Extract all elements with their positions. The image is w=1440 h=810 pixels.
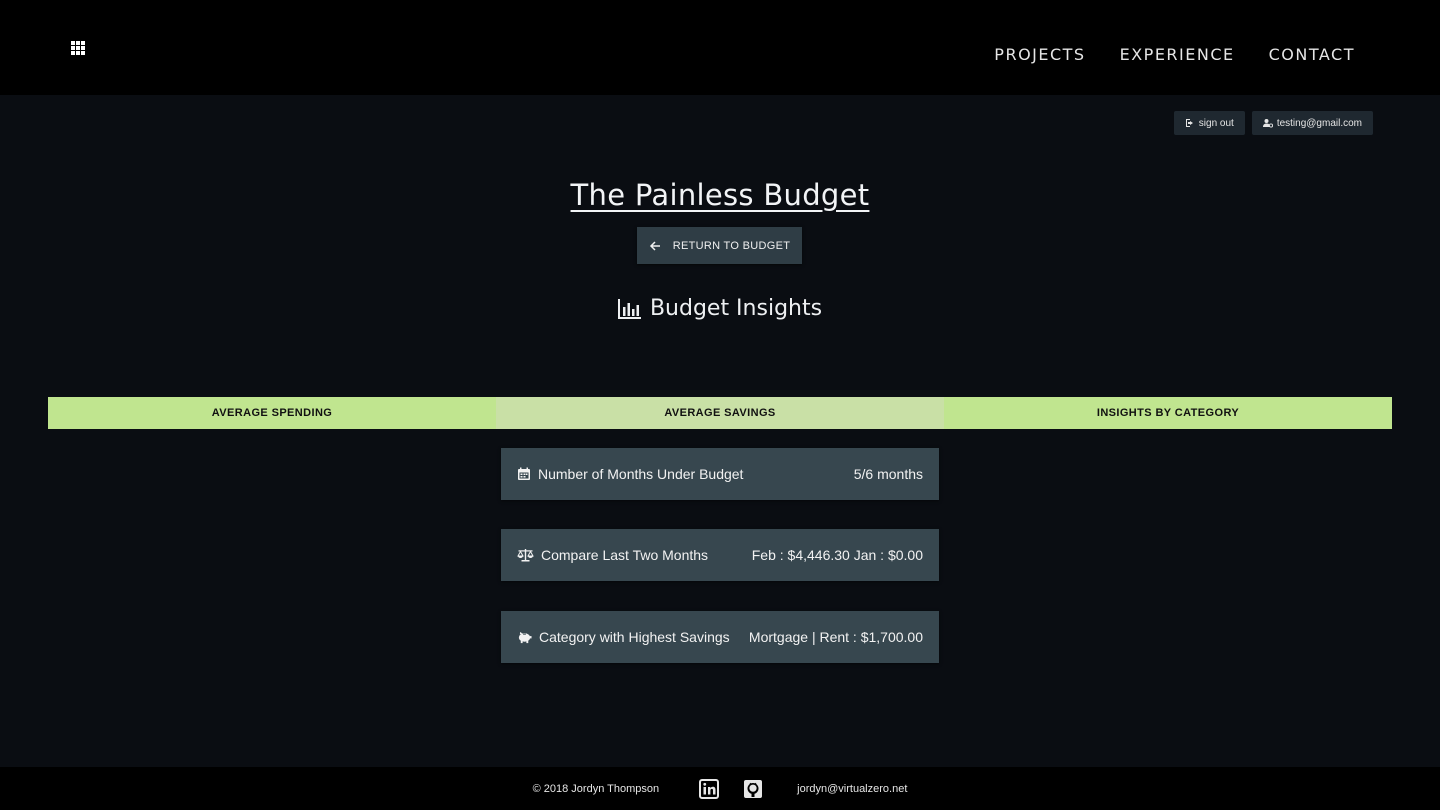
card-value: Mortgage | Rent : $1,700.00 [748, 629, 923, 645]
insight-card-months-under-budget: Number of Months Under Budget 5/6 months [501, 448, 939, 500]
sign-out-icon [1185, 119, 1193, 127]
footer: © 2018 Jordyn Thompson jordyn@virtualzer… [0, 767, 1440, 810]
card-value: 5/6 months [853, 466, 923, 482]
calendar-icon [518, 467, 530, 480]
insight-tabs: AVERAGE SPENDING AVERAGE SAVINGS INSIGHT… [48, 397, 1392, 429]
section-heading: Budget Insights [0, 296, 1440, 321]
linkedin-icon[interactable] [699, 778, 720, 799]
tab-insights-by-category[interactable]: INSIGHTS BY CATEGORY [944, 397, 1392, 429]
footer-copyright: © 2018 Jordyn Thompson [532, 782, 660, 795]
account-email: testing@gmail.com [1276, 117, 1362, 129]
user-cog-icon [1262, 119, 1273, 128]
top-navigation: PROJECTS EXPERIENCE CONTACT [0, 0, 1440, 95]
sign-out-button[interactable]: sign out [1173, 111, 1245, 135]
return-button-label: RETURN TO BUDGET [672, 239, 791, 252]
grid-icon[interactable] [71, 41, 85, 55]
github-icon[interactable] [743, 779, 763, 799]
insight-card-compare-months: Compare Last Two Months Feb : $4,446.30 … [501, 529, 939, 581]
tab-average-spending[interactable]: AVERAGE SPENDING [48, 397, 496, 429]
section-title: Budget Insights [649, 296, 823, 321]
card-label: Category with Highest Savings [539, 629, 730, 645]
page-title[interactable]: The Painless Budget [0, 178, 1440, 212]
card-label: Number of Months Under Budget [538, 466, 744, 482]
tab-average-savings[interactable]: AVERAGE SAVINGS [496, 397, 944, 429]
piggy-bank-icon [518, 631, 532, 644]
nav-links: PROJECTS EXPERIENCE CONTACT [994, 45, 1355, 64]
bar-chart-icon [617, 298, 641, 319]
arrow-left-icon [649, 240, 660, 251]
nav-link-projects[interactable]: PROJECTS [994, 45, 1085, 64]
card-label: Compare Last Two Months [541, 547, 709, 563]
balance-scale-icon [517, 549, 534, 562]
account-button[interactable]: testing@gmail.com [1251, 111, 1373, 135]
sign-out-label: sign out [1198, 117, 1234, 129]
nav-link-experience[interactable]: EXPERIENCE [1120, 45, 1235, 64]
user-bar: sign out testing@gmail.com [1173, 111, 1373, 135]
nav-link-contact[interactable]: CONTACT [1269, 45, 1355, 64]
insight-card-highest-savings: Category with Highest Savings Mortgage |… [501, 611, 939, 663]
card-value: Feb : $4,446.30 Jan : $0.00 [751, 547, 923, 563]
return-to-budget-button[interactable]: RETURN TO BUDGET [637, 227, 802, 264]
footer-email-link[interactable]: jordyn@virtualzero.net [797, 783, 907, 795]
